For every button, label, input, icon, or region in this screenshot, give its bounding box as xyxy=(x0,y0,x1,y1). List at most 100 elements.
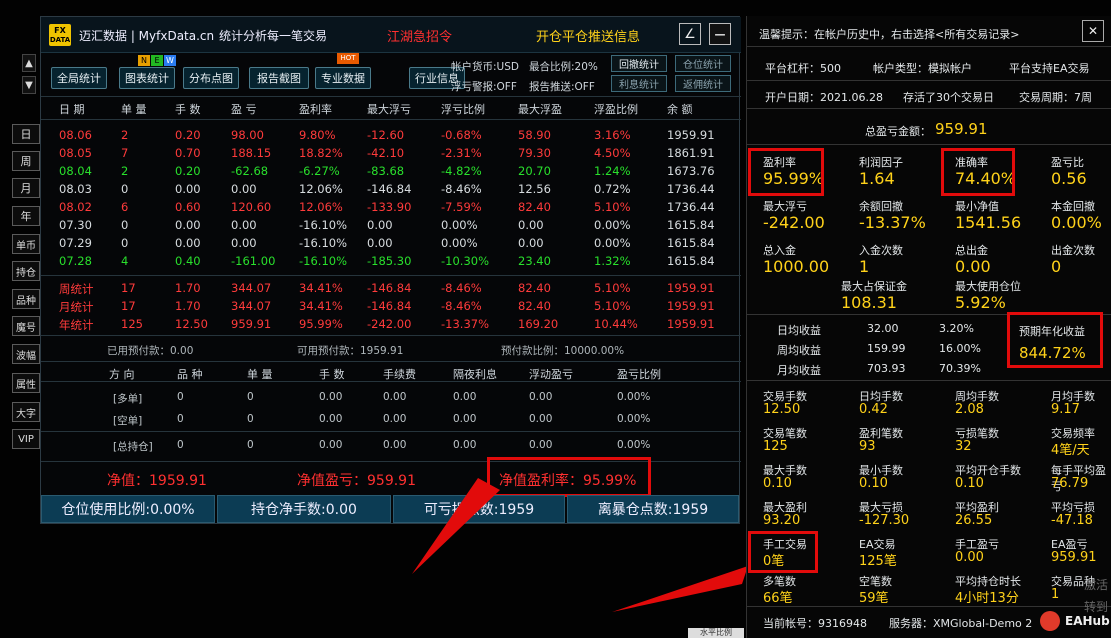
left-tab-6[interactable]: 品种 xyxy=(12,289,40,309)
summary-r0-c1: 17 xyxy=(121,281,136,295)
stat-label-11: 出金次数 xyxy=(1051,244,1095,257)
pos-r0-c2: 0 xyxy=(247,391,254,403)
cell-r3-c7: 12.56 xyxy=(518,182,551,196)
left-tab-2[interactable]: 月 xyxy=(12,178,40,198)
pos-r2-c0: [总持仓] xyxy=(113,441,153,453)
liquidation-points: 离暴仓点数:1959 xyxy=(567,495,739,523)
cell-r0-c7: 58.90 xyxy=(518,128,551,142)
cell-r7-c1: 4 xyxy=(121,254,129,268)
pos-r2-c7: 0.00% xyxy=(617,439,651,451)
title-bar: FX DATA 迈汇数据 | MyfxData.cn 统计分析每一笔交易 江湖急招… xyxy=(41,17,741,53)
col-header-2: 手 数 xyxy=(175,103,201,116)
left-tab-11[interactable]: VIP xyxy=(12,429,40,449)
left-tab-8[interactable]: 波幅 xyxy=(12,344,40,364)
avg-percent-0: 3.20% xyxy=(939,322,974,335)
small-btn-2[interactable]: 利息统计 xyxy=(611,75,667,92)
cell-r1-c4: 18.82% xyxy=(299,146,343,160)
cell-r3-c1: 0 xyxy=(121,182,129,196)
stat-value-10: 0.00 xyxy=(955,257,991,276)
stat2-value-19: 959.91 xyxy=(1051,550,1097,565)
cell-r5-c2: 0.00 xyxy=(175,218,201,232)
cell-r5-c1: 0 xyxy=(121,218,129,232)
cell-r2-c9: 1673.76 xyxy=(667,164,715,178)
cell-r5-c5: 0.00 xyxy=(367,218,393,232)
left-tab-10[interactable]: 大字 xyxy=(12,402,40,422)
col-header-6: 浮亏比例 xyxy=(441,103,485,116)
left-tab-9[interactable]: 属性 xyxy=(12,373,40,393)
avg-amount-1: 159.99 xyxy=(867,342,906,355)
pos-header-2: 单 量 xyxy=(247,368,273,381)
account-currency: 帐户货币:USD xyxy=(451,61,519,73)
cell-r1-c3: 188.15 xyxy=(231,146,272,160)
pos-header-7: 盈亏比例 xyxy=(617,368,661,381)
loss-points: 可亏损点数:1959 xyxy=(393,495,565,523)
recruit-link[interactable]: 江湖急招令 xyxy=(387,26,452,45)
net-position-lots: 持仓净手数:0.00 xyxy=(217,495,391,523)
push-info-link[interactable]: 开仓平仓推送信息 xyxy=(536,26,640,45)
summary-r1-c8: 5.10% xyxy=(594,299,631,313)
highlight-box-manual-trades xyxy=(748,531,818,573)
current-account: 当前帐号：9316948 xyxy=(763,617,867,630)
close-icon[interactable]: ✕ xyxy=(1082,20,1104,42)
toolbar-btn-4[interactable]: 专业数据 xyxy=(315,67,371,89)
stats-side-panel: 温馨提示：在帐户历史中，右击选择<所有交易记录> ✕ 平台杠杆：500 帐户类型… xyxy=(746,16,1111,638)
cell-r2-c0: 08.04 xyxy=(59,164,92,178)
cell-r4-c7: 82.40 xyxy=(518,200,551,214)
stat-value-11: 0 xyxy=(1051,257,1062,276)
app-title: 迈汇数据 | MyfxData.cn xyxy=(79,29,215,43)
scroll-up-button[interactable]: ▲ xyxy=(22,54,36,72)
left-tab-5[interactable]: 持仓 xyxy=(12,261,40,281)
horizontal-ratio-tab[interactable]: 水平比例 xyxy=(688,628,744,638)
avg-label-0: 日均收益 xyxy=(777,324,821,337)
stat2-value-20: 66笔 xyxy=(763,591,793,606)
cell-r2-c2: 0.20 xyxy=(175,164,201,178)
available-margin: 可用预付款：1959.91 xyxy=(297,345,404,357)
left-tab-3[interactable]: 年 xyxy=(12,206,40,226)
pos-r2-c3: 0.00 xyxy=(319,439,343,451)
col-header-8: 浮盈比例 xyxy=(594,103,638,116)
stat2-value-12: 93.20 xyxy=(763,513,801,528)
toolbar-btn-3[interactable]: 报告截图 xyxy=(249,67,309,89)
cell-r2-c7: 20.70 xyxy=(518,164,551,178)
minimize-icon[interactable]: — xyxy=(709,23,731,45)
cell-r3-c5: -146.84 xyxy=(367,182,412,196)
cell-r4-c5: -133.90 xyxy=(367,200,412,214)
left-tab-7[interactable]: 魔号 xyxy=(12,316,40,336)
cell-r7-c7: 23.40 xyxy=(518,254,551,268)
col-header-5: 最大浮亏 xyxy=(367,103,411,116)
left-tab-0[interactable]: 日 xyxy=(12,124,40,144)
stat-label-5: 余额回撤 xyxy=(859,200,903,213)
stat2-value-15: -47.18 xyxy=(1051,513,1093,528)
max-loss-ratio: 最合比例:20% xyxy=(529,61,598,73)
toolbar-btn-2[interactable]: 分布点图 xyxy=(183,67,239,89)
stat2-value-11: 76.79 xyxy=(1051,476,1089,491)
left-tab-1[interactable]: 周 xyxy=(12,151,40,171)
small-btn-1[interactable]: 仓位统计 xyxy=(675,55,731,72)
toolbar-btn-0[interactable]: 全局统计 xyxy=(51,67,107,89)
cell-r0-c4: 9.80% xyxy=(299,128,336,142)
cell-r4-c0: 08.02 xyxy=(59,200,92,214)
summary-r1-c5: -146.84 xyxy=(367,299,412,313)
scroll-down-button[interactable]: ▼ xyxy=(22,76,36,94)
small-btn-0[interactable]: 回撤统计 xyxy=(611,55,667,72)
pos-header-4: 手续费 xyxy=(383,368,416,381)
trade-period: 交易周期：7周 xyxy=(1019,91,1092,104)
cell-r2-c3: -62.68 xyxy=(231,164,269,178)
cell-r0-c0: 08.06 xyxy=(59,128,92,142)
avg-amount-2: 703.93 xyxy=(867,362,906,375)
stat-label-6: 最小净值 xyxy=(955,200,999,213)
toolbar-btn-1[interactable]: 图表统计 xyxy=(119,67,175,89)
summary-r2-c5: -242.00 xyxy=(367,317,412,331)
avg-percent-2: 70.39% xyxy=(939,362,981,375)
cell-r0-c8: 3.16% xyxy=(594,128,631,142)
stat2-value-5: 93 xyxy=(859,439,876,454)
stat2-value-21: 59笔 xyxy=(859,591,889,606)
stat-value-9: 1 xyxy=(859,257,870,276)
pos-r0-c5: 0.00 xyxy=(453,391,477,403)
edit-icon[interactable]: ∠ xyxy=(679,23,701,45)
small-btn-3[interactable]: 返佣统计 xyxy=(675,75,731,92)
summary-r2-c3: 959.91 xyxy=(231,317,272,331)
left-tab-4[interactable]: 单币 xyxy=(12,234,40,254)
pos-r2-c4: 0.00 xyxy=(383,439,407,451)
cell-r1-c8: 4.50% xyxy=(594,146,631,160)
